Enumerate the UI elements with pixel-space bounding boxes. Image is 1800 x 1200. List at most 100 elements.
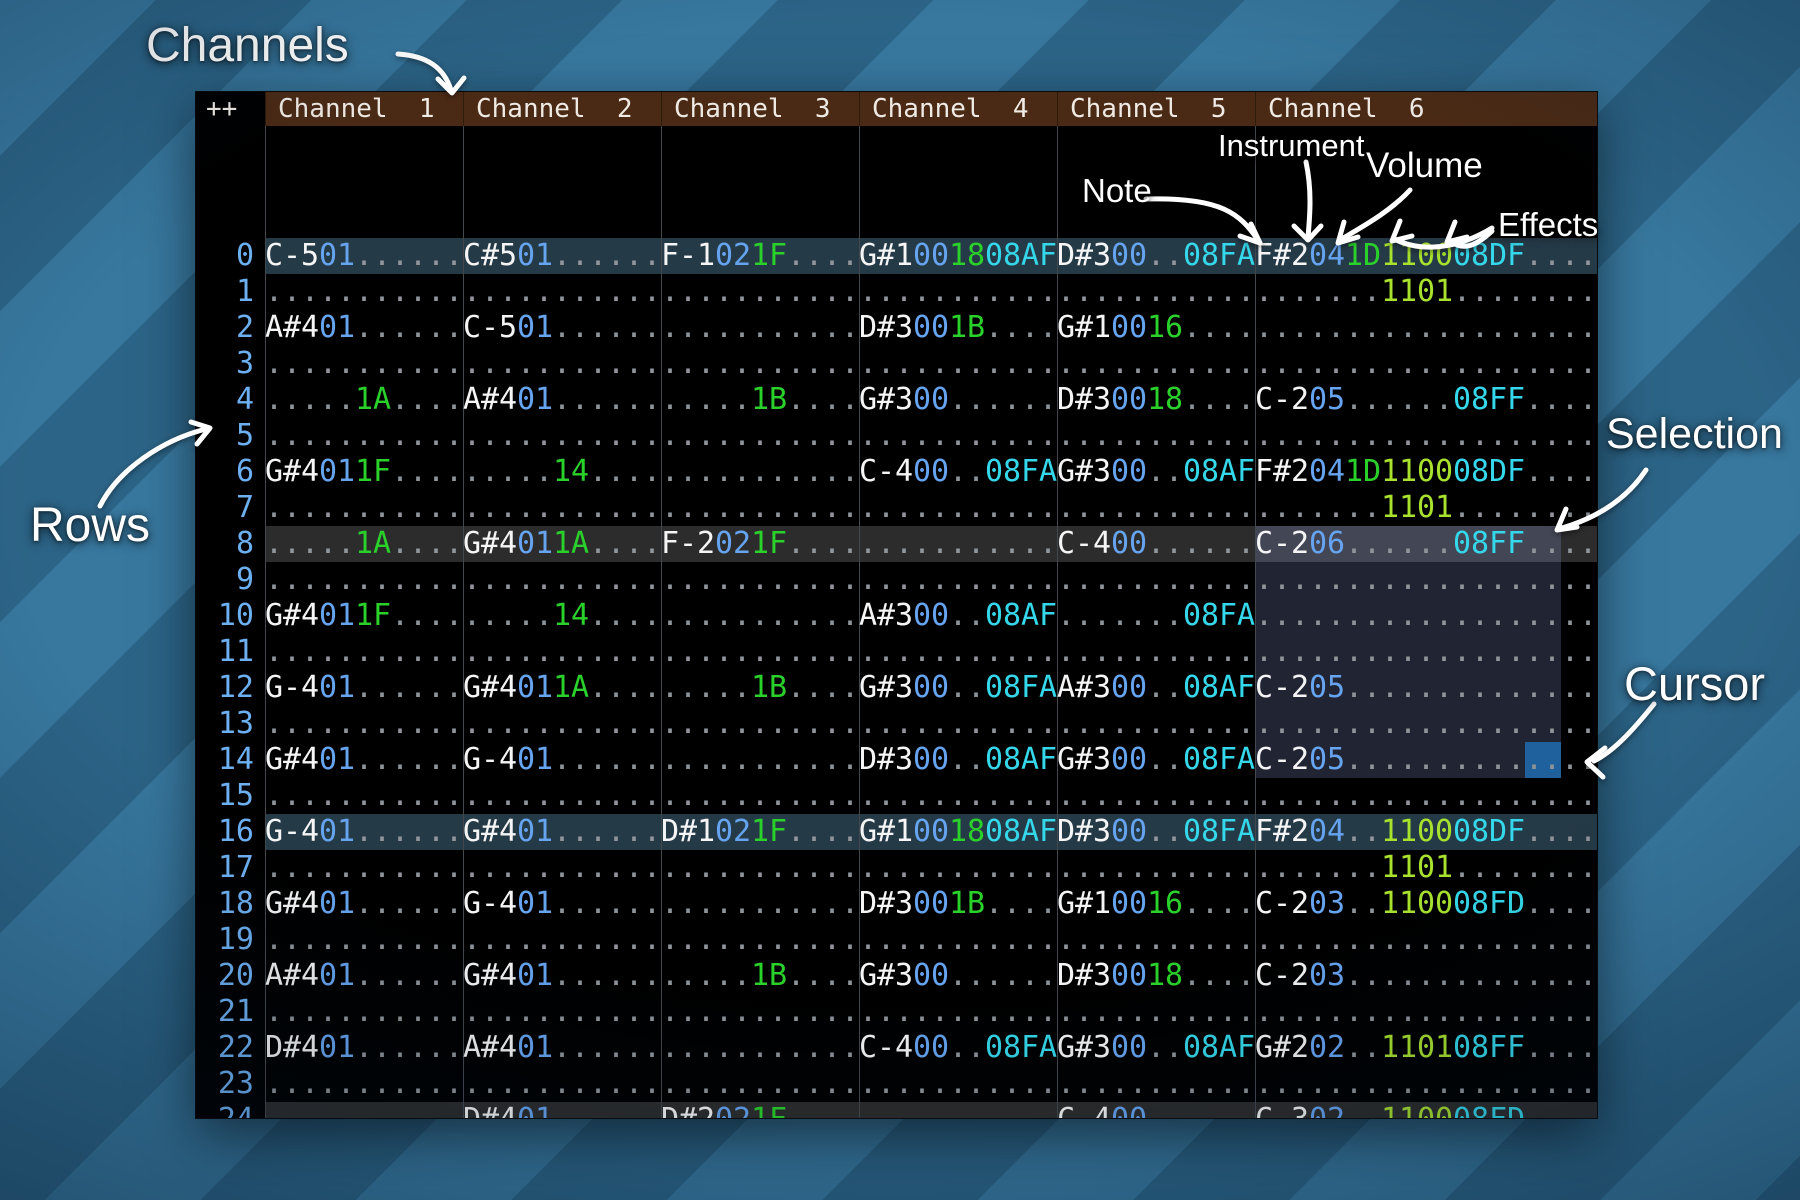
pattern-cell-ch3[interactable]: ........... bbox=[661, 994, 859, 1030]
pattern-cell-ch6[interactable]: C-203..110008FD.... bbox=[1255, 886, 1597, 922]
pattern-cell-ch4[interactable]: A#300..08AF bbox=[859, 598, 1057, 634]
pattern-cell-ch6[interactable]: ................... bbox=[1255, 346, 1597, 382]
pattern-cell-ch3[interactable]: ........... bbox=[661, 886, 859, 922]
pattern-cell-ch2[interactable]: ........... bbox=[463, 850, 661, 886]
pattern-cell-ch3[interactable]: D#2021F.... bbox=[661, 1102, 859, 1118]
pattern-cell-ch3[interactable]: F-1021F.... bbox=[661, 238, 859, 274]
pattern-cell-ch6[interactable]: ................... bbox=[1255, 418, 1597, 454]
pattern-cell-ch6[interactable]: ................... bbox=[1255, 778, 1597, 814]
pattern-cell-ch3[interactable]: F-2021F.... bbox=[661, 526, 859, 562]
pattern-cell-ch4[interactable]: G#300...... bbox=[859, 382, 1057, 418]
pattern-cell-ch6[interactable]: C-205......08FF.... bbox=[1255, 382, 1597, 418]
pattern-cell-ch6[interactable]: C-205.............. bbox=[1255, 742, 1597, 778]
pattern-cell-ch5[interactable]: ........... bbox=[1057, 922, 1255, 958]
pattern-cell-ch1[interactable]: D#401...... bbox=[265, 1030, 463, 1066]
channel-header-5[interactable]: Channel 5 bbox=[1057, 92, 1255, 126]
pattern-cell-ch1[interactable]: ........... bbox=[265, 1102, 463, 1118]
pattern-cell-ch1[interactable]: G#401...... bbox=[265, 886, 463, 922]
pattern-cell-ch3[interactable]: .....1B.... bbox=[661, 670, 859, 706]
pattern-cell-ch2[interactable]: .....14.... bbox=[463, 454, 661, 490]
pattern-cell-ch4[interactable]: ........... bbox=[859, 526, 1057, 562]
pattern-cell-ch6[interactable]: C-203.............. bbox=[1255, 958, 1597, 994]
pattern-cell-ch3[interactable]: D#1021F.... bbox=[661, 814, 859, 850]
pattern-cell-ch1[interactable]: A#401...... bbox=[265, 310, 463, 346]
pattern-cell-ch4[interactable]: G#300..08FA bbox=[859, 670, 1057, 706]
pattern-cell-ch4[interactable]: ........... bbox=[859, 850, 1057, 886]
pattern-cell-ch5[interactable]: ........... bbox=[1057, 994, 1255, 1030]
pattern-cell-ch4[interactable]: ........... bbox=[859, 418, 1057, 454]
pattern-cell-ch5[interactable]: C-400...... bbox=[1057, 526, 1255, 562]
pattern-cell-ch3[interactable]: ........... bbox=[661, 634, 859, 670]
pattern-cell-ch1[interactable]: ........... bbox=[265, 778, 463, 814]
pattern-cell-ch6[interactable]: .......1101........ bbox=[1255, 490, 1597, 526]
pattern-cell-ch5[interactable]: G#300..08AF bbox=[1057, 454, 1255, 490]
pattern-cell-ch6[interactable]: ................... bbox=[1255, 706, 1597, 742]
pattern-cell-ch5[interactable]: C-400...... bbox=[1057, 1102, 1255, 1118]
pattern-cell-ch2[interactable]: A#401...... bbox=[463, 382, 661, 418]
pattern-cell-ch5[interactable]: .......08FA bbox=[1057, 598, 1255, 634]
pattern-cell-ch3[interactable]: ........... bbox=[661, 706, 859, 742]
pattern-cell-ch2[interactable]: ........... bbox=[463, 418, 661, 454]
pattern-cell-ch1[interactable]: A#401...... bbox=[265, 958, 463, 994]
pattern-cell-ch6[interactable]: ................... bbox=[1255, 994, 1597, 1030]
pattern-cell-ch5[interactable]: A#300..08AF bbox=[1057, 670, 1255, 706]
pattern-cell-ch1[interactable]: G#4011F.... bbox=[265, 454, 463, 490]
pattern-cell-ch6[interactable]: ................... bbox=[1255, 922, 1597, 958]
pattern-cell-ch3[interactable]: .....1B.... bbox=[661, 958, 859, 994]
pattern-cell-ch4[interactable]: ........... bbox=[859, 562, 1057, 598]
pattern-cell-ch4[interactable]: D#300..08AF bbox=[859, 742, 1057, 778]
pattern-cell-ch2[interactable]: ........... bbox=[463, 562, 661, 598]
pattern-cell-ch5[interactable]: ........... bbox=[1057, 850, 1255, 886]
pattern-cell-ch2[interactable]: A#401...... bbox=[463, 1030, 661, 1066]
pattern-cell-ch4[interactable]: ........... bbox=[859, 490, 1057, 526]
pattern-cell-ch3[interactable]: ........... bbox=[661, 346, 859, 382]
pattern-cell-ch2[interactable]: G#4011A.... bbox=[463, 670, 661, 706]
pattern-cell-ch3[interactable]: ........... bbox=[661, 454, 859, 490]
pattern-cell-ch6[interactable]: .......1101........ bbox=[1255, 850, 1597, 886]
pattern-cell-ch5[interactable]: ........... bbox=[1057, 274, 1255, 310]
pattern-cell-ch2[interactable]: .....14.... bbox=[463, 598, 661, 634]
pattern-cell-ch1[interactable]: ........... bbox=[265, 562, 463, 598]
channel-header-4[interactable]: Channel 4 bbox=[859, 92, 1057, 126]
pattern-cell-ch5[interactable]: D#300..08FA bbox=[1057, 814, 1255, 850]
pattern-cell-ch2[interactable]: ........... bbox=[463, 706, 661, 742]
pattern-cell-ch2[interactable]: ........... bbox=[463, 1066, 661, 1102]
pattern-cell-ch3[interactable]: ........... bbox=[661, 490, 859, 526]
pattern-cell-ch3[interactable]: ........... bbox=[661, 418, 859, 454]
pattern-cell-ch1[interactable]: ........... bbox=[265, 346, 463, 382]
pattern-cell-ch2[interactable]: G-401...... bbox=[463, 886, 661, 922]
pattern-cell-ch2[interactable]: G-401...... bbox=[463, 742, 661, 778]
pattern-cell-ch3[interactable]: ........... bbox=[661, 850, 859, 886]
pattern-cell-ch1[interactable]: ........... bbox=[265, 994, 463, 1030]
pattern-cell-ch6[interactable]: ................... bbox=[1255, 562, 1597, 598]
pattern-cell-ch1[interactable]: ........... bbox=[265, 922, 463, 958]
pattern-cell-ch1[interactable]: .....1A.... bbox=[265, 382, 463, 418]
pattern-cell-ch6[interactable]: F#204..110008DF.... bbox=[1255, 814, 1597, 850]
pattern-cell-ch6[interactable]: C-205.............. bbox=[1255, 670, 1597, 706]
pattern-cell-ch1[interactable]: ........... bbox=[265, 850, 463, 886]
pattern-corner-button[interactable]: ++ bbox=[196, 92, 265, 126]
pattern-cell-ch3[interactable]: ........... bbox=[661, 310, 859, 346]
pattern-cell-ch6[interactable]: F#2041D110008DF.... bbox=[1255, 454, 1597, 490]
pattern-cell-ch2[interactable]: ........... bbox=[463, 922, 661, 958]
pattern-cell-ch5[interactable]: D#300..08FA bbox=[1057, 238, 1255, 274]
pattern-cell-ch2[interactable]: G#401...... bbox=[463, 958, 661, 994]
pattern-cell-ch6[interactable]: ................... bbox=[1255, 310, 1597, 346]
pattern-cell-ch1[interactable]: C-501...... bbox=[265, 238, 463, 274]
pattern-cell-ch6[interactable]: .......1101........ bbox=[1255, 274, 1597, 310]
pattern-cell-ch6[interactable]: G#202..110108FF.... bbox=[1255, 1030, 1597, 1066]
pattern-cell-ch4[interactable]: ........... bbox=[859, 346, 1057, 382]
pattern-cell-ch1[interactable]: ........... bbox=[265, 706, 463, 742]
pattern-cell-ch2[interactable]: C#501...... bbox=[463, 238, 661, 274]
pattern-cell-ch6[interactable]: ................... bbox=[1255, 1066, 1597, 1102]
pattern-cell-ch2[interactable]: ........... bbox=[463, 778, 661, 814]
pattern-cell-ch3[interactable]: ........... bbox=[661, 598, 859, 634]
pattern-cell-ch1[interactable]: G#401...... bbox=[265, 742, 463, 778]
pattern-cell-ch5[interactable]: ........... bbox=[1057, 562, 1255, 598]
channel-header-1[interactable]: Channel 1 bbox=[265, 92, 463, 126]
pattern-cell-ch4[interactable]: C-400..08FA bbox=[859, 454, 1057, 490]
pattern-cell-ch1[interactable]: ........... bbox=[265, 1066, 463, 1102]
pattern-cell-ch5[interactable]: ........... bbox=[1057, 1066, 1255, 1102]
pattern-cell-ch5[interactable]: ........... bbox=[1057, 778, 1255, 814]
pattern-cell-ch2[interactable]: G#4011A.... bbox=[463, 526, 661, 562]
